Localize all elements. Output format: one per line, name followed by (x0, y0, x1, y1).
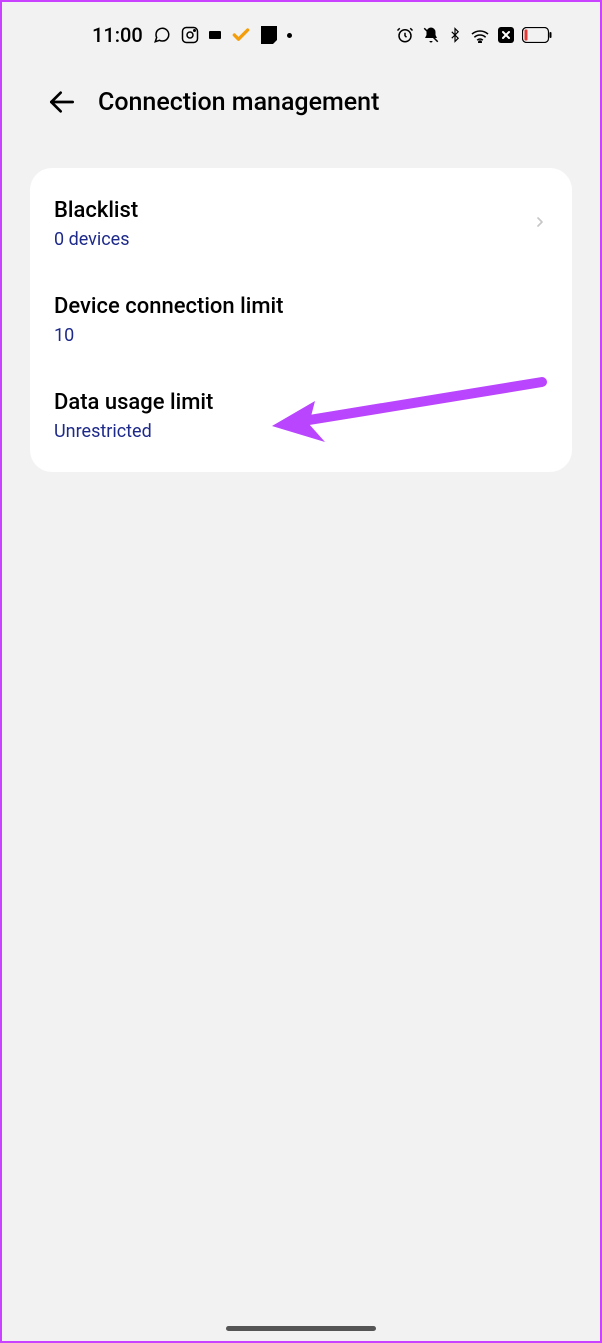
setting-device-limit[interactable]: Device connection limit 10 (30, 272, 572, 368)
whatsapp-icon (153, 26, 171, 44)
data-limit-title: Data usage limit (54, 390, 213, 415)
setting-data-limit[interactable]: Data usage limit Unrestricted (30, 368, 572, 464)
notification-muted-icon (422, 26, 440, 44)
data-limit-value: Unrestricted (54, 421, 213, 442)
battery-low-icon (522, 27, 552, 43)
instagram-icon (181, 26, 199, 44)
device-limit-title: Device connection limit (54, 294, 283, 319)
blacklist-value: 0 devices (54, 229, 138, 250)
settings-card: Blacklist 0 devices Device connection li… (30, 168, 572, 472)
page-header: Connection management (2, 58, 600, 148)
alarm-icon (396, 26, 414, 44)
more-dot-icon (287, 33, 292, 38)
page-title: Connection management (98, 88, 379, 117)
setting-blacklist[interactable]: Blacklist 0 devices (30, 176, 572, 272)
status-right (396, 26, 552, 44)
home-indicator[interactable] (226, 1326, 376, 1331)
no-sim-icon (498, 27, 514, 43)
back-arrow-icon[interactable] (46, 86, 78, 118)
status-bar: 11:00 (2, 2, 600, 58)
chevron-right-icon (532, 210, 548, 238)
status-left: 11:00 (92, 23, 292, 47)
checkmark-icon (231, 25, 251, 45)
app-icon (209, 29, 221, 41)
status-time: 11:00 (92, 23, 143, 47)
note-icon (261, 26, 277, 44)
bluetooth-icon (448, 26, 462, 44)
wifi-icon (470, 27, 490, 43)
device-limit-value: 10 (54, 325, 283, 346)
blacklist-title: Blacklist (54, 198, 138, 223)
